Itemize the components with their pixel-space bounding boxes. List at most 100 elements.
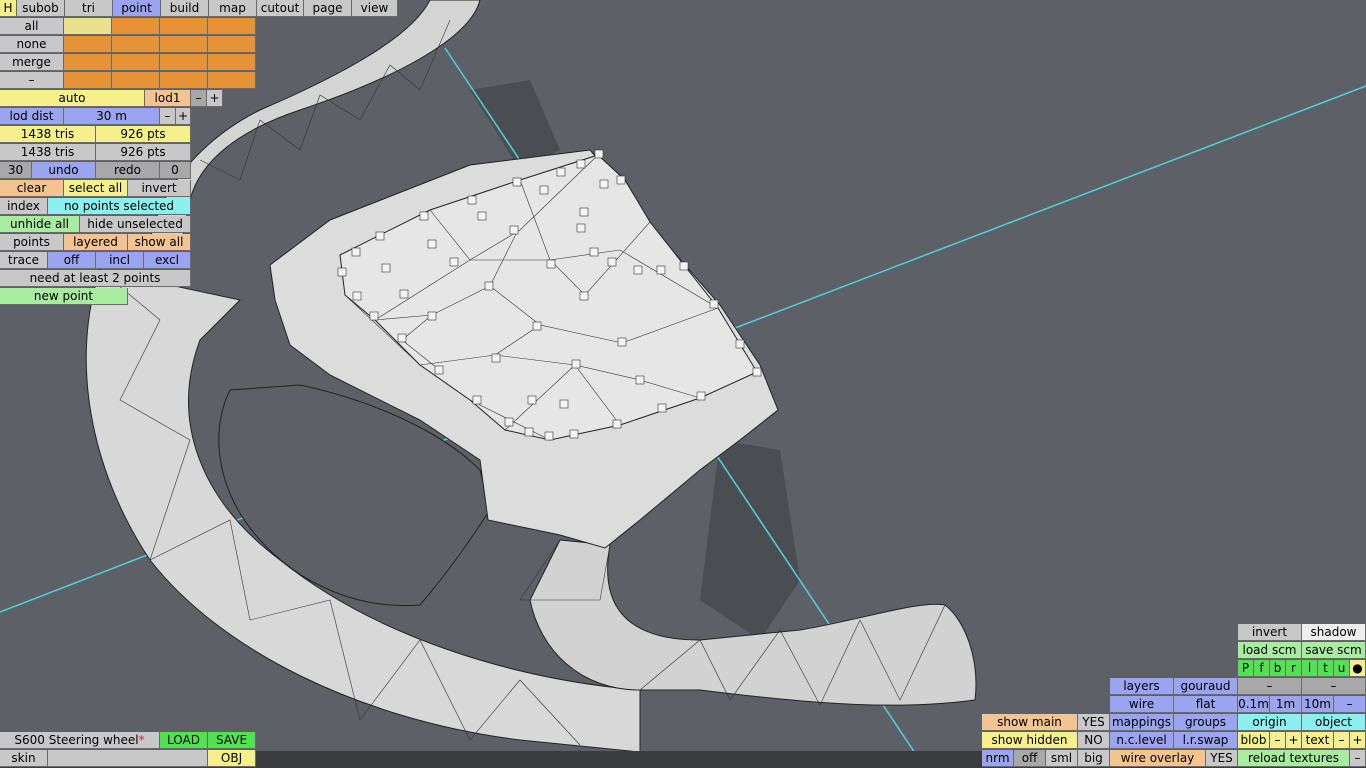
selection-slot[interactable] xyxy=(160,72,208,89)
shadow-button[interactable]: shadow xyxy=(1302,624,1366,641)
wire-overlay-button[interactable]: wire overlay xyxy=(1110,750,1206,767)
lr-swap-button[interactable]: l.r.swap xyxy=(1174,732,1238,749)
reload-textures-button[interactable]: reload textures xyxy=(1238,750,1350,767)
dash-button[interactable]: – xyxy=(1238,678,1302,695)
lod-minus-button[interactable]: – xyxy=(191,90,207,107)
points-button[interactable]: points xyxy=(0,234,64,251)
tab-subob[interactable]: subob xyxy=(17,0,65,17)
origin-button[interactable]: origin xyxy=(1238,714,1302,731)
object-button[interactable]: object xyxy=(1302,714,1366,731)
flag-f-button[interactable]: f xyxy=(1254,660,1270,677)
show-hidden-value[interactable]: NO xyxy=(1078,732,1110,749)
subtract-button[interactable]: – xyxy=(0,72,64,89)
lod-level-button[interactable]: lod1 xyxy=(145,90,191,107)
invert-selection-button[interactable]: invert xyxy=(128,180,191,197)
selection-slot[interactable] xyxy=(208,72,256,89)
blob-minus-button[interactable]: – xyxy=(1270,732,1286,749)
grid-1m-button[interactable]: 1m xyxy=(1270,696,1302,713)
merge-button[interactable]: merge xyxy=(0,54,64,71)
obj-button[interactable]: OBJ xyxy=(208,750,256,767)
wire-button[interactable]: wire xyxy=(1110,696,1174,713)
tab-cutout[interactable]: cutout xyxy=(257,0,304,17)
sml-button[interactable]: sml xyxy=(1046,750,1078,767)
hide-unselected-button[interactable]: hide unselected xyxy=(80,216,191,233)
tab-map[interactable]: map xyxy=(209,0,257,17)
tab-point[interactable]: point xyxy=(113,0,161,17)
show-hidden-button[interactable]: show hidden xyxy=(982,732,1078,749)
clear-button[interactable]: clear xyxy=(0,180,64,197)
show-all-button[interactable]: show all xyxy=(128,234,191,251)
unhide-all-button[interactable]: unhide all xyxy=(0,216,80,233)
select-none-button[interactable]: none xyxy=(0,36,64,53)
new-point-button[interactable]: new point xyxy=(0,288,128,305)
selection-slot[interactable] xyxy=(208,18,256,35)
trace-excl-button[interactable]: excl xyxy=(144,252,191,269)
big-button[interactable]: big xyxy=(1078,750,1110,767)
off-button[interactable]: off xyxy=(1014,750,1046,767)
selection-slot[interactable] xyxy=(208,36,256,53)
index-button[interactable]: index xyxy=(0,198,48,215)
dot-icon[interactable]: ● xyxy=(1350,660,1366,677)
selection-slot[interactable] xyxy=(160,54,208,71)
layers-button[interactable]: layers xyxy=(1110,678,1174,695)
flag-l-button[interactable]: l xyxy=(1302,660,1318,677)
show-main-value[interactable]: YES xyxy=(1078,714,1110,731)
flag-r-button[interactable]: r xyxy=(1286,660,1302,677)
3d-viewport[interactable] xyxy=(0,0,1366,768)
flag-t-button[interactable]: t xyxy=(1318,660,1334,677)
layered-button[interactable]: layered xyxy=(64,234,128,251)
selection-slot[interactable] xyxy=(64,18,112,35)
flag-u-button[interactable]: u xyxy=(1334,660,1350,677)
lod-dist-plus-button[interactable]: + xyxy=(176,108,191,125)
text-button[interactable]: text xyxy=(1302,732,1334,749)
selection-slot[interactable] xyxy=(112,72,160,89)
grid-01m-button[interactable]: 0.1m xyxy=(1238,696,1270,713)
selection-slot[interactable] xyxy=(112,36,160,53)
skin-button[interactable]: skin xyxy=(0,750,48,767)
flat-button[interactable]: flat xyxy=(1174,696,1238,713)
flag-b-button[interactable]: b xyxy=(1270,660,1286,677)
tab-view[interactable]: view xyxy=(352,0,398,17)
lod-plus-button[interactable]: + xyxy=(207,90,223,107)
save-button[interactable]: SAVE xyxy=(208,732,256,749)
blob-button[interactable]: blob xyxy=(1238,732,1270,749)
flag-p-button[interactable]: P xyxy=(1238,660,1254,677)
gouraud-button[interactable]: gouraud xyxy=(1174,678,1238,695)
undo-button[interactable]: undo xyxy=(32,162,96,179)
selection-slot[interactable] xyxy=(160,36,208,53)
invert-button[interactable]: invert xyxy=(1238,624,1302,641)
lod-dist-value[interactable]: 30 m xyxy=(64,108,160,125)
dash-button[interactable]: – xyxy=(1302,678,1366,695)
nc-level-button[interactable]: n.c.level xyxy=(1110,732,1174,749)
tab-tri[interactable]: tri xyxy=(65,0,113,17)
nrm-button[interactable]: nrm xyxy=(982,750,1014,767)
text-minus-button[interactable]: – xyxy=(1334,732,1350,749)
tab-page[interactable]: page xyxy=(304,0,352,17)
selection-slot[interactable] xyxy=(64,54,112,71)
wire-overlay-value[interactable]: YES xyxy=(1206,750,1238,767)
selection-slot[interactable] xyxy=(64,72,112,89)
selection-slot[interactable] xyxy=(112,54,160,71)
selection-slot[interactable] xyxy=(112,18,160,35)
grid-10m-button[interactable]: 10m xyxy=(1302,696,1334,713)
lod-dist-minus-button[interactable]: – xyxy=(160,108,176,125)
select-all-button[interactable]: select all xyxy=(64,180,128,197)
trace-off-button[interactable]: off xyxy=(48,252,96,269)
groups-button[interactable]: groups xyxy=(1174,714,1238,731)
mappings-button[interactable]: mappings xyxy=(1110,714,1174,731)
text-plus-button[interactable]: + xyxy=(1350,732,1366,749)
redo-button[interactable]: redo xyxy=(96,162,160,179)
show-main-button[interactable]: show main xyxy=(982,714,1078,731)
h-button[interactable]: H xyxy=(0,0,17,17)
reload-minus-button[interactable]: – xyxy=(1350,750,1366,767)
selection-slot[interactable] xyxy=(208,54,256,71)
trace-incl-button[interactable]: incl xyxy=(96,252,144,269)
load-scm-button[interactable]: load scm xyxy=(1238,642,1302,659)
tab-build[interactable]: build xyxy=(161,0,209,17)
file-name[interactable]: S600 Steering wheel* xyxy=(0,732,160,749)
skin-field[interactable] xyxy=(48,750,208,767)
trace-button[interactable]: trace xyxy=(0,252,48,269)
selection-slot[interactable] xyxy=(64,36,112,53)
auto-lod-button[interactable]: auto xyxy=(0,90,145,107)
select-all-set-button[interactable]: all xyxy=(0,18,64,35)
